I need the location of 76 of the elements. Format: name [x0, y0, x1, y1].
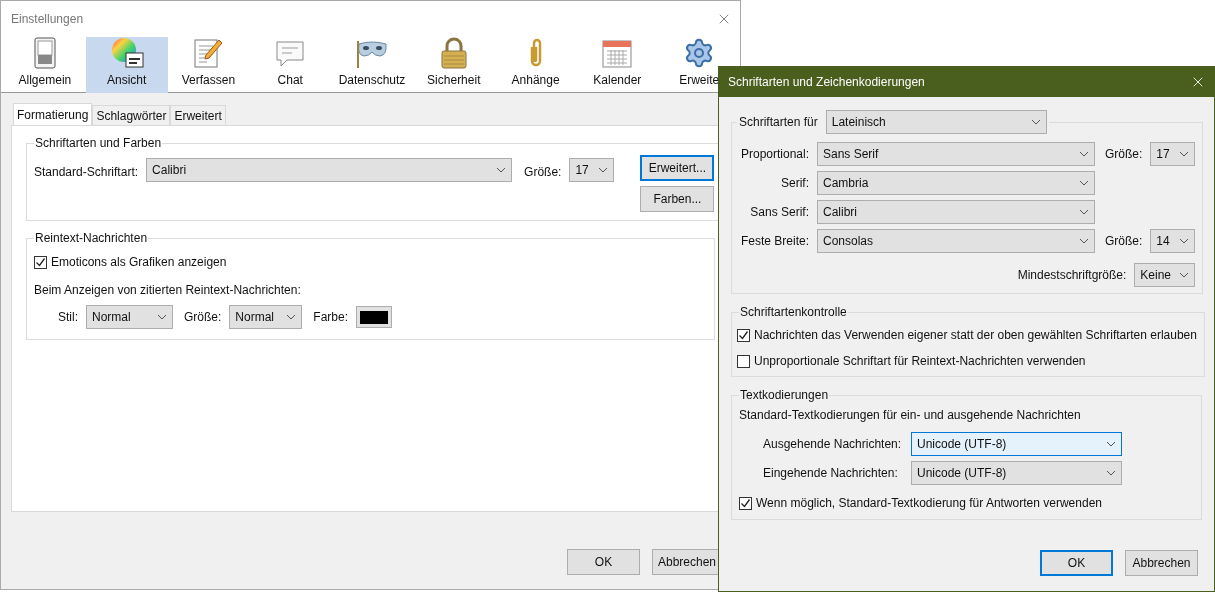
- dropdown[interactable]: 17: [1150, 142, 1196, 166]
- toolbar-tab[interactable]: Datenschutz: [331, 37, 413, 93]
- dialog-title: Schriftarten und Zeichenkodierungen: [728, 74, 925, 91]
- field-label: Mindestschriftgröße:: [1017, 267, 1127, 284]
- push-button[interactable]: OK: [1040, 550, 1113, 576]
- field-label: Sans Serif:: [749, 204, 809, 221]
- field-label: Eingehende Nachrichten:: [763, 465, 899, 482]
- checkbox[interactable]: [737, 328, 750, 342]
- chevron-icon: [1106, 441, 1116, 447]
- checkbox[interactable]: [737, 354, 750, 368]
- dropdown[interactable]: 14: [1150, 229, 1196, 253]
- toolbar-tab[interactable]: Ansicht: [85, 37, 168, 93]
- group-title: Schriftarten und Farben: [34, 135, 163, 152]
- chevron-icon: [1079, 238, 1089, 244]
- tab[interactable]: Formatierung: [13, 103, 93, 125]
- dropdown[interactable]: Consolas: [817, 229, 1095, 253]
- toolbar-tab[interactable]: Allgemein: [4, 37, 86, 93]
- field-label: Feste Breite:: [739, 233, 809, 250]
- group-title: Reintext-Nachrichten: [34, 230, 149, 247]
- dropdown[interactable]: Calibri: [817, 200, 1095, 224]
- chevron-icon: [496, 167, 507, 173]
- chevron-icon: [1079, 209, 1089, 215]
- toolbar-tab[interactable]: Sicherheit: [412, 37, 495, 93]
- padlock-icon: [439, 37, 468, 69]
- field-label: Farbe:: [313, 309, 349, 326]
- dropdown[interactable]: Normal: [86, 305, 173, 329]
- field-label: Standard-Schriftart:: [34, 164, 139, 181]
- chevron-icon: [157, 314, 167, 320]
- field-label: Serif:: [780, 175, 809, 192]
- dropdown[interactable]: Lateinisch: [825, 110, 1047, 134]
- tab[interactable]: Schlagwörter: [92, 105, 171, 125]
- toolbar-tab[interactable]: Kalender: [576, 37, 659, 93]
- checkbox[interactable]: [34, 255, 47, 269]
- push-button[interactable]: Erweitert...: [640, 155, 715, 181]
- field-label: Größe:: [1105, 233, 1143, 250]
- dropdown[interactable]: Normal: [229, 305, 303, 329]
- chevron-icon: [1106, 470, 1116, 476]
- toolbar-tab[interactable]: Chat: [249, 37, 332, 93]
- field-label: Proportional:: [739, 146, 809, 163]
- chevron-icon: [598, 167, 609, 173]
- dropdown[interactable]: Keine: [1134, 263, 1196, 287]
- chevron-icon: [1079, 151, 1089, 157]
- chevron-icon: [1030, 119, 1041, 125]
- chevron-icon: [1079, 180, 1089, 186]
- field-label: Stil:: [58, 309, 78, 326]
- field-label: Ausgehende Nachrichten:: [763, 436, 903, 453]
- toolbar-tab[interactable]: Verfassen: [167, 37, 250, 93]
- dropdown[interactable]: Cambria: [817, 171, 1095, 195]
- chevron-icon: [1179, 238, 1190, 244]
- chevron-icon: [286, 314, 297, 320]
- tab[interactable]: Erweitert: [170, 105, 226, 125]
- dropdown[interactable]: 17: [569, 158, 615, 182]
- dropdown[interactable]: Unicode (UTF-8): [911, 461, 1122, 485]
- toolbar-tab[interactable]: Anhänge: [494, 37, 577, 93]
- description-text: Standard-Textkodierungen für ein- und ausgehende Nachrichten: [739, 407, 1082, 424]
- checkbox-label: Unproportionale Schriftart für Reintext-Nachrichten verwenden: [754, 353, 1086, 370]
- group-title: Textkodierungen: [739, 387, 830, 404]
- checkbox-label: Wenn möglich, Standard-Textkodierung für Antworten verwenden: [756, 495, 1102, 512]
- push-button[interactable]: Abbrechen: [1125, 550, 1198, 576]
- chevron-icon: [1179, 272, 1190, 278]
- push-button[interactable]: OK: [567, 549, 640, 575]
- dropdown[interactable]: Unicode (UTF-8): [911, 432, 1122, 456]
- chevron-icon: [1179, 151, 1190, 157]
- description-text: Beim Anzeigen von zitierten Reintext-Nachrichten:: [34, 282, 302, 299]
- group-title: Schriftarten für: [739, 114, 818, 131]
- checkbox[interactable]: [739, 496, 752, 510]
- checkbox-label: Nachrichten das Verwenden eigener statt der oben gewählten Schriftarten erlauben: [754, 327, 1197, 344]
- field-label: Größe:: [524, 164, 562, 181]
- window-title: Einstellungen: [11, 11, 84, 28]
- push-button[interactable]: Farben...: [640, 186, 715, 212]
- field-label: Größe:: [1105, 146, 1143, 163]
- group-title: Schriftartenkontrolle: [739, 304, 848, 321]
- dropdown[interactable]: Sans Serif: [817, 142, 1095, 166]
- dropdown[interactable]: Calibri: [146, 158, 513, 182]
- field-label: Größe:: [184, 309, 222, 326]
- checkbox-label: Emoticons als Grafiken anzeigen: [51, 254, 227, 271]
